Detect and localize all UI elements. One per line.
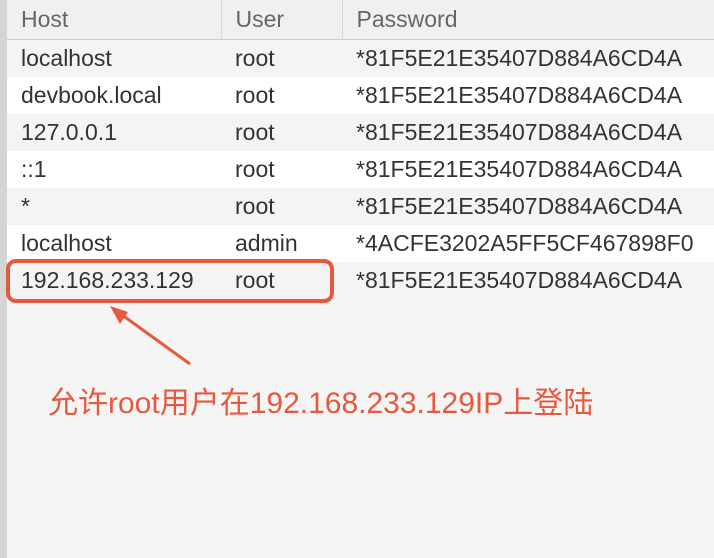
cell-password[interactable]: *81F5E21E35407D884A6CD4A — [342, 77, 714, 114]
cell-password[interactable]: *81F5E21E35407D884A6CD4A — [342, 151, 714, 188]
cell-user[interactable]: root — [221, 40, 342, 78]
cell-host[interactable]: * — [7, 188, 221, 225]
table-row[interactable]: * root *81F5E21E35407D884A6CD4A — [7, 188, 714, 225]
table-body: localhost root *81F5E21E35407D884A6CD4A … — [7, 40, 714, 300]
cell-password[interactable]: *81F5E21E35407D884A6CD4A — [342, 188, 714, 225]
cell-host[interactable]: ::1 — [7, 151, 221, 188]
table-row[interactable]: localhost root *81F5E21E35407D884A6CD4A — [7, 40, 714, 78]
cell-host[interactable]: 192.168.233.129 — [7, 262, 221, 299]
header-row[interactable]: Host User Password — [7, 0, 714, 40]
table-container: Host User Password localhost root *81F5E… — [7, 0, 714, 299]
arrow-icon — [100, 304, 200, 374]
table-row[interactable]: localhost admin *4ACFE3202A5FF5CF467898F… — [7, 225, 714, 262]
header-host[interactable]: Host — [7, 0, 221, 40]
cell-password[interactable]: *81F5E21E35407D884A6CD4A — [342, 262, 714, 299]
cell-password[interactable]: *81F5E21E35407D884A6CD4A — [342, 114, 714, 151]
cell-host[interactable]: devbook.local — [7, 77, 221, 114]
cell-user[interactable]: root — [221, 262, 342, 299]
left-border — [0, 0, 7, 558]
cell-user[interactable]: root — [221, 188, 342, 225]
table-row[interactable]: devbook.local root *81F5E21E35407D884A6C… — [7, 77, 714, 114]
table-row[interactable]: ::1 root *81F5E21E35407D884A6CD4A — [7, 151, 714, 188]
cell-user[interactable]: root — [221, 151, 342, 188]
table-row[interactable]: 192.168.233.129 root *81F5E21E35407D884A… — [7, 262, 714, 299]
cell-password[interactable]: *4ACFE3202A5FF5CF467898F0 — [342, 225, 714, 262]
data-table: Host User Password localhost root *81F5E… — [7, 0, 714, 299]
cell-host[interactable]: 127.0.0.1 — [7, 114, 221, 151]
annotation-text: 允许root用户在192.168.233.129IP上登陆 — [48, 378, 593, 422]
cell-user[interactable]: root — [221, 114, 342, 151]
cell-host[interactable]: localhost — [7, 225, 221, 262]
header-password[interactable]: Password — [342, 0, 714, 40]
cell-user[interactable]: root — [221, 77, 342, 114]
cell-password[interactable]: *81F5E21E35407D884A6CD4A — [342, 40, 714, 78]
cell-host[interactable]: localhost — [7, 40, 221, 78]
cell-user[interactable]: admin — [221, 225, 342, 262]
header-user[interactable]: User — [221, 0, 342, 40]
table-row[interactable]: 127.0.0.1 root *81F5E21E35407D884A6CD4A — [7, 114, 714, 151]
